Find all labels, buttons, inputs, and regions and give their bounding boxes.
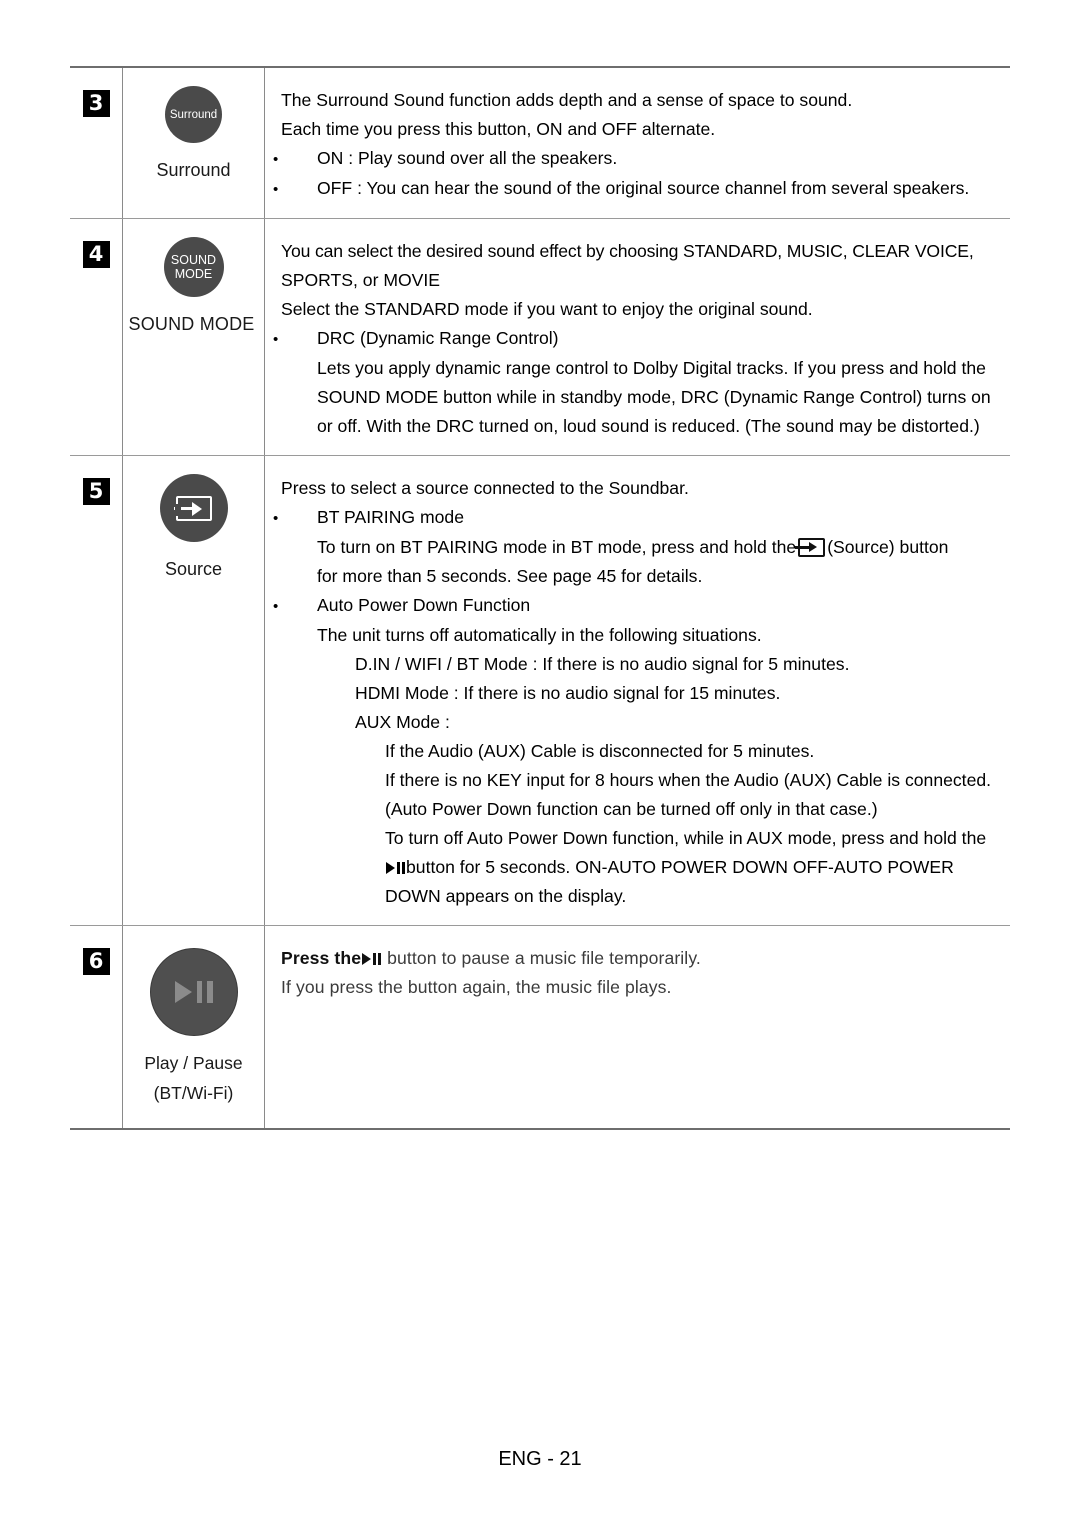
bullet-icon	[295, 324, 317, 354]
description-line: button for 5 seconds. ON-AUTO POWER DOWN…	[281, 853, 1006, 882]
description-cell: You can select the desired sound effect …	[265, 219, 1010, 455]
description-line: (Auto Power Down function can be turned …	[385, 799, 878, 819]
description-text-after-icon: (Source) button	[827, 537, 949, 557]
page-footer: ENG - 21	[498, 1448, 582, 1470]
description-line: AUX Mode :	[355, 712, 450, 732]
sound-mode-icon-label-line1: SOUND	[170, 253, 217, 267]
pause-bar	[373, 953, 377, 965]
description-text: button for 5 seconds. ON-AUTO POWER DOWN…	[406, 857, 954, 877]
row-number-cell: 3	[70, 68, 122, 218]
description-text-before-icon: To turn on BT PAIRING mode in BT mode, p…	[317, 537, 797, 557]
surround-button-icon-label: Surround	[169, 108, 218, 121]
button-caption: Surround	[156, 160, 231, 180]
pause-bar	[207, 981, 213, 1003]
description-cell: The Surround Sound function adds depth a…	[265, 68, 1010, 218]
bullet-text: OFF : You can hear the sound of the orig…	[317, 178, 970, 198]
bullet-text: DRC (Dynamic Range Control)	[317, 328, 559, 348]
bullet-text: Auto Power Down Function	[317, 595, 531, 615]
table-row: 4 SOUND MODE SOUND MODE You can select t…	[70, 219, 1010, 456]
description-cell: Press to select a source connected to th…	[265, 456, 1010, 925]
button-illustration-cell: Surround Surround	[122, 68, 265, 218]
row-number-badge: 4	[82, 241, 110, 268]
row-number-badge: 6	[82, 948, 110, 975]
description-line: To turn on BT PAIRING mode in BT mode, p…	[281, 533, 1006, 562]
manual-page: 3 Surround Surround The Surround Sound f…	[0, 0, 1080, 1532]
description-text-before-icon: Press the	[281, 948, 362, 968]
description-line: Select the STANDARD mode if you want to …	[281, 299, 813, 319]
description-text-after-icon: button to pause a music file temporarily…	[387, 948, 701, 968]
button-caption-secondary: (BT/Wi-Fi)	[153, 1083, 234, 1103]
description-line: SOUND MODE button while in standby mode,…	[317, 387, 991, 407]
description-line: If the Audio (AUX) Cable is disconnected…	[385, 741, 815, 761]
button-reference-table: 3 Surround Surround The Surround Sound f…	[70, 66, 1010, 1130]
surround-button-icon: Surround	[165, 86, 222, 143]
description-line: To turn off Auto Power Down function, wh…	[385, 828, 987, 848]
bullet-icon	[295, 503, 317, 533]
source-icon-notch	[174, 503, 181, 516]
bullet-item: DRC (Dynamic Range Control)	[281, 324, 1006, 354]
bullet-item: OFF : You can hear the sound of the orig…	[281, 174, 1006, 204]
description-line: for more than 5 seconds. See page 45 for…	[317, 566, 703, 586]
play-triangle	[362, 953, 372, 965]
play-pause-icon	[174, 981, 213, 1003]
pause-bar	[378, 953, 382, 965]
bullet-icon	[295, 591, 317, 621]
description-line: HDMI Mode : If there is no audio signal …	[355, 683, 781, 703]
description-line: Press to select a source connected to th…	[281, 478, 689, 498]
description-line: DOWN appears on the display.	[385, 886, 627, 906]
button-caption: Play / Pause	[144, 1053, 243, 1073]
table-row: 6 Play / Pause (BT/Wi-Fi) Press the butt…	[70, 926, 1010, 1128]
description-line: The unit turns off automatically in the …	[317, 625, 762, 645]
description-line: Press the button to pause a music file t…	[281, 944, 1006, 973]
description-line: Lets you apply dynamic range control to …	[317, 358, 986, 378]
description-line: You can select the desired sound effect …	[281, 241, 974, 261]
button-illustration-cell: SOUND MODE SOUND MODE	[122, 219, 265, 455]
row-number-badge: 3	[82, 90, 110, 117]
bullet-item: BT PAIRING mode	[281, 503, 1006, 533]
description-line: If there is no KEY input for 8 hours whe…	[385, 770, 992, 790]
button-caption: SOUND MODE	[128, 314, 255, 334]
description-line: The Surround Sound function adds depth a…	[281, 90, 853, 110]
button-illustration-cell: Source	[122, 456, 265, 925]
pause-bar	[402, 862, 405, 874]
sound-mode-button-icon: SOUND MODE	[163, 237, 224, 297]
row-number-cell: 6	[70, 926, 122, 1128]
table-row: 3 Surround Surround The Surround Sound f…	[70, 68, 1010, 219]
description-line: Each time you press this button, ON and …	[281, 119, 716, 139]
button-caption: Source	[164, 559, 223, 579]
source-icon-inline	[795, 538, 826, 557]
play-pause-button-icon	[149, 948, 238, 1036]
source-button-icon	[159, 474, 228, 542]
bullet-icon	[295, 174, 317, 204]
row-number-badge: 5	[82, 478, 110, 505]
play-triangle	[174, 981, 192, 1003]
description-line: SPORTS, or MOVIE	[281, 270, 441, 290]
bullet-icon	[295, 144, 317, 174]
play-pause-icon-inline	[362, 953, 382, 965]
description-line: or off. With the DRC turned on, loud sou…	[317, 416, 980, 436]
bullet-item: ON : Play sound over all the speakers.	[281, 144, 1006, 174]
pause-bar	[397, 862, 400, 874]
button-illustration-cell: Play / Pause (BT/Wi-Fi)	[122, 926, 265, 1128]
description-cell: Press the button to pause a music file t…	[265, 926, 1010, 1128]
row-number-cell: 4	[70, 219, 122, 455]
sound-mode-icon-label-line2: MODE	[174, 267, 213, 281]
description-line: D.IN / WIFI / BT Mode : If there is no a…	[355, 654, 850, 674]
bullet-text: ON : Play sound over all the speakers.	[317, 148, 618, 168]
description-line: If you press the button again, the music…	[281, 977, 672, 997]
pause-bar	[196, 981, 202, 1003]
play-pause-icon-inline	[386, 862, 405, 874]
source-icon	[173, 495, 212, 521]
play-triangle	[386, 862, 395, 874]
bullet-item: Auto Power Down Function	[281, 591, 1006, 621]
table-row: 5 Source Press to select a source connec…	[70, 456, 1010, 926]
row-number-cell: 5	[70, 456, 122, 925]
bullet-text: BT PAIRING mode	[317, 507, 464, 527]
